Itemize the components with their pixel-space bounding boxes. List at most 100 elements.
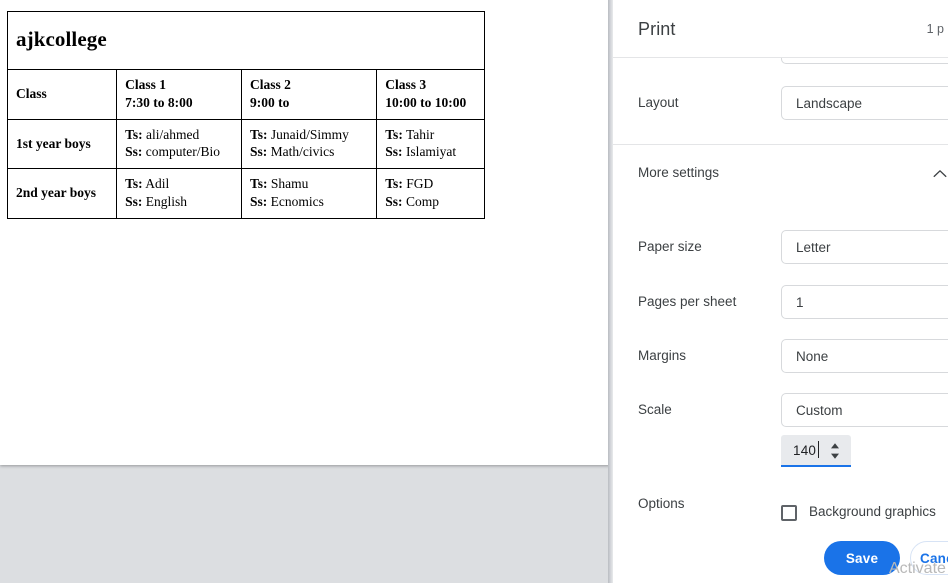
cell-r2-c3: Ts: FGD Ss: Comp — [376, 168, 485, 219]
teacher-key: Ts: — [249, 126, 268, 142]
setting-row-options[interactable]: Options Background graphics — [613, 488, 948, 524]
sheet-count-label: 1 p — [926, 22, 944, 36]
setting-row-pages-per-sheet[interactable]: Pages per sheet 1 — [613, 279, 948, 331]
setting-label-layout: Layout — [638, 95, 679, 110]
text-cursor — [818, 441, 819, 458]
subject-key: Ss: — [125, 144, 143, 160]
print-preview-screen: ajkcollege Class Class 1 7:30 to 8:00 Cl… — [0, 0, 948, 583]
scale-custom-input[interactable]: 140 — [781, 435, 851, 467]
cancel-button[interactable]: Cancel — [910, 541, 948, 575]
setting-row-pages[interactable]: All — [613, 58, 948, 76]
header-cell-class-2: Class 2 9:00 to — [240, 69, 378, 120]
subject-key: Ss: — [125, 194, 143, 210]
setting-row-paper-size[interactable]: Paper size Letter — [613, 224, 948, 276]
header-cell-class-1: Class 1 7:30 to 8:00 — [116, 69, 242, 120]
scale-select[interactable]: Custom — [781, 393, 948, 427]
paper-size-select[interactable]: Letter — [781, 230, 948, 264]
cell-teacher-line: Ts: Shamu — [250, 175, 368, 193]
teacher-key: Ts: — [385, 176, 403, 192]
cell-teacher-line: Ts: Junaid/Simmy — [250, 126, 368, 144]
setting-label-pages-per-sheet: Pages per sheet — [638, 294, 737, 309]
print-dialog-footer: Save Cancel — [613, 528, 948, 583]
cell-subject-line: Ss: Comp — [385, 193, 476, 211]
header-class-label: Class — [16, 85, 47, 101]
print-dialog-header: Print 1 p — [613, 0, 948, 58]
background-graphics-checkbox[interactable] — [781, 505, 797, 521]
cell-subject-line: Ss: English — [125, 193, 233, 211]
document-title: ajkcollege — [16, 27, 107, 52]
setting-row-layout[interactable]: Layout Landscape — [613, 80, 948, 132]
teacher-value: Adil — [145, 176, 170, 192]
more-settings-label: More settings — [638, 165, 720, 180]
print-preview-area: ajkcollege Class Class 1 7:30 to 8:00 Cl… — [0, 0, 613, 583]
subject-key: Ss: — [385, 144, 403, 160]
scale-custom-row[interactable]: 140 — [613, 435, 948, 471]
page-title: Print — [638, 19, 676, 39]
cell-r1-c1: Ts: ali/ahmed Ss: computer/Bio — [116, 118, 242, 170]
subject-key: Ss: — [249, 194, 268, 210]
schedule-table: ajkcollege Class Class 1 7:30 to 8:00 Cl… — [6, 11, 485, 219]
paper-size-select-value: Letter — [796, 240, 831, 255]
setting-row-margins[interactable]: Margins None — [613, 333, 948, 385]
teacher-key: Ts: — [125, 176, 143, 192]
table-title-row: ajkcollege — [7, 11, 485, 70]
subject-key: Ss: — [249, 144, 268, 160]
pages-select[interactable]: All — [781, 58, 948, 64]
save-button[interactable]: Save — [824, 541, 900, 575]
header-class2-time: 9:00 to — [249, 94, 290, 110]
document-title-cell: ajkcollege — [7, 11, 485, 70]
setting-label-scale: Scale — [638, 402, 672, 417]
cell-r2-c2: Ts: Shamu Ss: Ecnomics — [240, 168, 378, 219]
chevron-up-icon — [933, 170, 947, 178]
header-cell-class: Class — [6, 69, 118, 120]
row-label-text: 1st year boys — [16, 135, 91, 151]
subject-value: computer/Bio — [145, 144, 220, 160]
scale-select-value: Custom — [796, 403, 843, 418]
cell-teacher-line: Ts: Tahir — [385, 126, 476, 144]
background-graphics-label: Background graphics — [809, 504, 936, 519]
header-cell-class-3: Class 3 10:00 to 10:00 — [376, 69, 485, 120]
cell-subject-line: Ss: computer/Bio — [125, 143, 233, 161]
pages-per-sheet-select[interactable]: 1 — [781, 285, 948, 319]
table-header-row: Class Class 1 7:30 to 8:00 Class 2 9:00 … — [6, 69, 485, 120]
cell-teacher-line: Ts: Adil — [125, 175, 233, 193]
cell-r1-c2: Ts: Junaid/Simmy Ss: Math/civics — [240, 118, 378, 170]
cell-subject-line: Ss: Islamiyat — [385, 143, 476, 161]
cell-r1-c3: Ts: Tahir Ss: Islamiyat — [376, 118, 485, 170]
print-settings-scroll-area[interactable]: All Layout Landscape More settings — [613, 58, 948, 528]
layout-select-value: Landscape — [796, 96, 863, 111]
row-label-2nd-year-boys: 2nd year boys — [6, 168, 118, 219]
cell-teacher-line: Ts: ali/ahmed — [125, 126, 233, 144]
background-graphics-group[interactable]: Background graphics — [613, 504, 948, 524]
subject-value: Comp — [405, 194, 439, 210]
header-class3-time: 10:00 to 10:00 — [385, 94, 467, 110]
setting-label-margins: Margins — [638, 348, 687, 363]
setting-label-paper-size: Paper size — [638, 239, 702, 254]
print-dialog-panel: Print 1 p All Layout Landscape — [613, 0, 948, 583]
printed-document: ajkcollege Class Class 1 7:30 to 8:00 Cl… — [6, 11, 485, 219]
pages-per-sheet-select-value: 1 — [796, 295, 804, 310]
teacher-key: Ts: — [249, 176, 268, 192]
row-label-1st-year-boys: 1st year boys — [6, 118, 118, 170]
more-settings-expander[interactable]: More settings — [613, 153, 948, 201]
teacher-key: Ts: — [385, 126, 403, 142]
table-row: 2nd year boys Ts: Adil Ss: English Ts: S… — [6, 168, 485, 219]
margins-select[interactable]: None — [781, 339, 948, 373]
row-label-text: 2nd year boys — [16, 185, 97, 201]
cell-r2-c1: Ts: Adil Ss: English — [116, 168, 242, 219]
subject-key: Ss: — [385, 194, 403, 210]
cell-subject-line: Ss: Ecnomics — [250, 193, 368, 211]
setting-row-scale[interactable]: Scale Custom — [613, 387, 948, 439]
teacher-value: ali/ahmed — [145, 126, 200, 142]
header-class3-label: Class 3 — [385, 77, 427, 92]
cell-subject-line: Ss: Math/civics — [250, 143, 368, 161]
subject-value: English — [145, 194, 187, 210]
teacher-key: Ts: — [125, 126, 143, 142]
margins-select-value: None — [796, 349, 829, 364]
header-class1-time: 7:30 to 8:00 — [125, 94, 193, 110]
cell-teacher-line: Ts: FGD — [385, 175, 476, 193]
layout-select[interactable]: Landscape — [781, 86, 948, 120]
subject-value: Islamiyat — [405, 144, 457, 160]
stepper-arrows-icon[interactable] — [828, 441, 842, 461]
preview-page: ajkcollege Class Class 1 7:30 to 8:00 Cl… — [0, 0, 610, 465]
